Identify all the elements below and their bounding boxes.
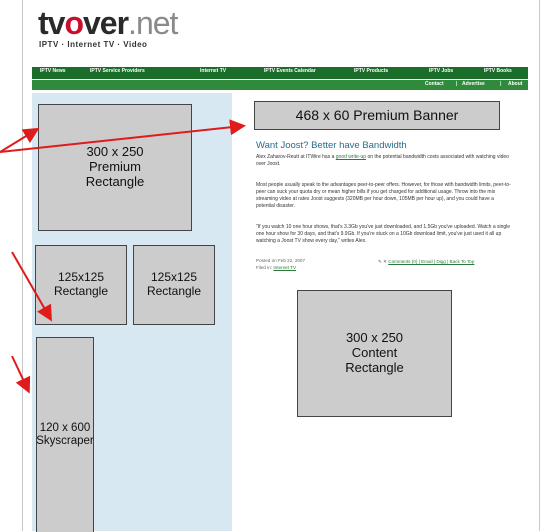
subnav-about[interactable]: About [508,81,522,87]
nav-item-jobs[interactable]: IPTV Jobs [429,68,453,74]
content-rectangle-ad[interactable]: 300 x 250 Content Rectangle [297,290,452,417]
post-actions: ✎ ✕ Comments (0) | Email | Digg | Back T… [378,259,474,265]
post-paragraph-3: "If you watch 10 one hour shows, that's … [256,224,511,244]
good-write-up-link[interactable]: good write-up [336,154,366,160]
sub-nav: Contact | Advertise | About [32,80,528,90]
premium-rectangle-ad[interactable]: 300 x 250 Premium Rectangle [38,104,192,231]
post-action-links[interactable]: Comments (0) | Email | Digg | Back To To… [388,259,474,264]
nav-item-products[interactable]: IPTV Products [354,68,388,74]
logo-text: tvover.net [38,5,178,41]
premium-banner-ad[interactable]: 468 x 60 Premium Banner [254,101,500,130]
post-category: Filed in: Internet TV [256,265,297,270]
site-tagline: IPTV · Internet TV · Video [39,40,148,49]
nav-item-iptv-news[interactable]: IPTV News [40,68,66,74]
nav-item-internet-tv[interactable]: Internet TV [200,68,226,74]
post-paragraph-1: Alex Zaharov-Reutt at ITWire has a good … [256,154,509,167]
category-link[interactable]: Internet TV [273,265,296,270]
comment-icon: ✎ ✕ [378,259,389,264]
main-nav: IPTV News IPTV Service Providers Interne… [32,67,528,79]
nav-item-service-providers[interactable]: IPTV Service Providers [90,68,145,74]
rectangle-125-ad-2[interactable]: 125x125 Rectangle [133,245,215,325]
subnav-contact[interactable]: Contact [425,81,444,87]
nav-item-books[interactable]: IPTV Books [484,68,512,74]
skyscraper-ad[interactable]: 120 x 600 Skyscraper [36,337,94,532]
nav-item-events-calendar[interactable]: IPTV Events Calendar [264,68,316,74]
post-date: Posted on Feb 22, 2007 [256,258,306,263]
rectangle-125-ad-1[interactable]: 125x125 Rectangle [35,245,127,325]
subnav-advertise[interactable]: Advertise [462,81,485,87]
post-title[interactable]: Want Joost? Better have Bandwidth [256,140,407,151]
post-paragraph-2: Most people usually speak to the advanta… [256,182,511,209]
